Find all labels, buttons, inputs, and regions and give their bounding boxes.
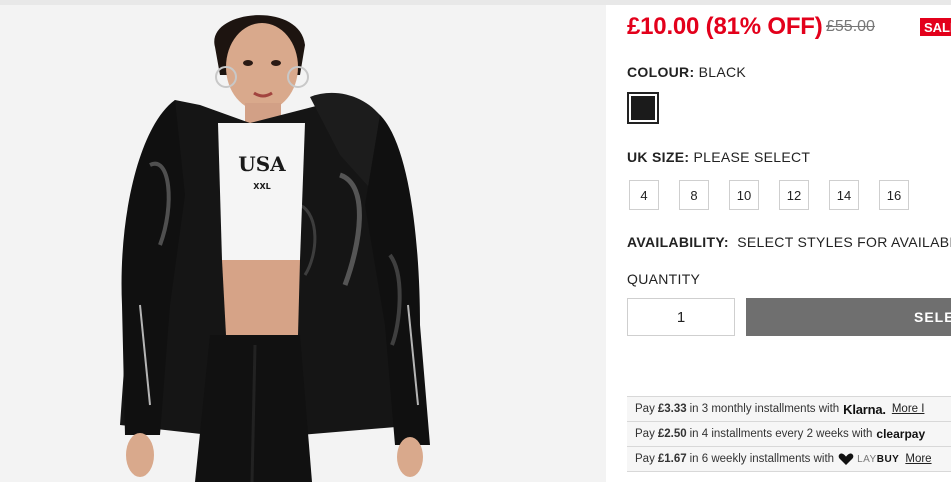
klarna-logo: Klarna. [843,401,886,417]
pay-text: in 6 weekly installments with [689,453,835,465]
pay-prefix: Pay [635,453,655,465]
quantity-value: 1 [676,308,686,326]
heart-icon [838,453,854,465]
tee-print-text: USA [238,152,286,176]
size-value: PLEASE SELECT [693,149,811,165]
laybuy-more-link[interactable]: More [905,453,931,465]
product-image[interactable]: USA XXL [0,5,606,482]
colour-swatch-black[interactable] [627,92,659,124]
product-photo-illustration: USA XXL [0,5,606,482]
klarna-more-link[interactable]: More I [892,403,925,415]
colour-label: COLOUR: [627,64,695,80]
pay-amount: £1.67 [657,453,687,465]
payment-row-laybuy: Pay £1.67 in 6 weekly installments with … [627,447,951,472]
sale-price: £10.00 (81% OFF) [627,13,823,40]
laybuy-logo: LAY BUY [838,453,899,466]
colour-label-row: COLOUR: BLACK [627,64,746,80]
laybuy-text-b: BUY [876,453,900,465]
size-label-row: UK SIZE: PLEASE SELECT [627,149,810,165]
payment-row-klarna: Pay £3.33 in 3 monthly installments with… [627,397,951,422]
sale-badge: SALE [920,18,951,36]
size-label: UK SIZE: [627,149,690,165]
original-price: £55.00 [826,18,875,35]
availability-label: AVAILABILITY: [627,234,729,250]
size-option-4[interactable]: 4 [629,180,659,210]
size-option-16[interactable]: 16 [879,180,909,210]
price-row: £10.00 (81% OFF) [627,13,823,41]
swatch-fill [631,96,655,120]
pay-text: in 3 monthly installments with [689,403,840,415]
colour-value: BLACK [698,64,747,80]
availability-row: AVAILABILITY: SELECT STYLES FOR AVAILABI… [627,234,951,250]
laybuy-text-a: LAY [857,453,877,465]
availability-value: SELECT STYLES FOR AVAILABILITY [737,234,951,250]
pay-prefix: Pay [635,403,655,415]
pay-text: in 4 installments every 2 weeks with [689,428,873,440]
quantity-label: QUANTITY [627,271,701,287]
product-info-panel: £10.00 (81% OFF) £55.00 SALE COLOUR: BLA… [606,5,951,482]
pay-prefix: Pay [635,428,655,440]
tee-print-subtext: XXL [253,182,270,191]
select-button-label: SELECT [914,309,951,325]
pay-amount: £3.33 [657,403,687,415]
size-option-10[interactable]: 10 [729,180,759,210]
pay-amount: £2.50 [657,428,687,440]
payment-row-clearpay: Pay £2.50 in 4 installments every 2 week… [627,422,951,447]
clearpay-logo: clearpay [876,427,926,441]
select-size-button[interactable]: SELECT [746,298,951,336]
payment-options: Pay £3.33 in 3 monthly installments with… [627,396,951,472]
quantity-input[interactable]: 1 [627,298,735,336]
size-option-14[interactable]: 14 [829,180,859,210]
size-option-12[interactable]: 12 [779,180,809,210]
size-option-8[interactable]: 8 [679,180,709,210]
